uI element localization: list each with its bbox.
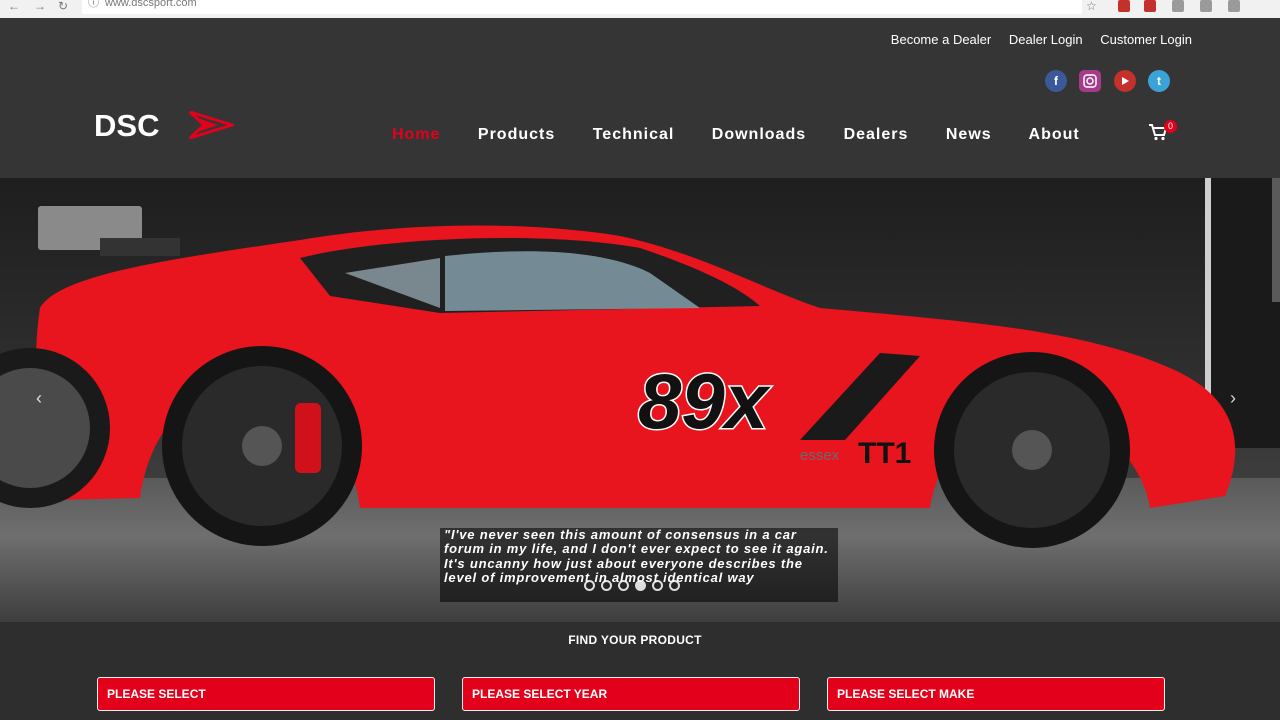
- top-links: Become a Dealer Dealer Login Customer Lo…: [877, 32, 1192, 47]
- extension-icon[interactable]: [1118, 0, 1130, 12]
- nav-news[interactable]: News: [946, 126, 992, 143]
- nav-home[interactable]: Home: [392, 126, 440, 143]
- address-text: www.dscsport.com: [105, 0, 197, 9]
- nav-about[interactable]: About: [1029, 126, 1080, 143]
- select-make-dropdown[interactable]: PLEASE SELECT MAKE: [827, 677, 1165, 711]
- slide-dot[interactable]: [669, 580, 680, 591]
- extension-icon[interactable]: [1200, 0, 1212, 12]
- slide-dot[interactable]: [601, 580, 612, 591]
- slide-dot[interactable]: [652, 580, 663, 591]
- finder-title: FIND YOUR PRODUCT: [568, 633, 702, 647]
- twitter-icon[interactable]: t: [1148, 70, 1170, 92]
- hero-slider: 89x TT1 essex ‹ › "I've never seen this …: [0, 178, 1280, 622]
- slide-dots: [584, 580, 680, 591]
- customer-login-link[interactable]: Customer Login: [1100, 32, 1192, 47]
- nav-products[interactable]: Products: [478, 126, 555, 143]
- cart-button[interactable]: 0: [1148, 120, 1177, 146]
- forward-icon[interactable]: →: [34, 0, 46, 12]
- main-nav: Home Products Technical Downloads Dealer…: [392, 126, 1112, 144]
- select-year-dropdown[interactable]: PLEASE SELECT YEAR: [462, 677, 800, 711]
- slide-dot-active[interactable]: [635, 580, 646, 591]
- nav-downloads[interactable]: Downloads: [712, 126, 806, 143]
- slide-dot[interactable]: [584, 580, 595, 591]
- car-badge: TT1: [858, 437, 911, 470]
- become-dealer-link[interactable]: Become a Dealer: [891, 32, 991, 47]
- nav-dealers[interactable]: Dealers: [844, 126, 909, 143]
- star-icon[interactable]: ☆: [1086, 0, 1097, 12]
- logo-text: DSC: [94, 108, 159, 142]
- site-header: Become a Dealer Dealer Login Customer Lo…: [0, 18, 1280, 178]
- nav-technical[interactable]: Technical: [593, 126, 675, 143]
- facebook-icon[interactable]: f: [1045, 70, 1067, 92]
- dsc-logo[interactable]: DSC: [94, 108, 238, 147]
- next-slide-arrow[interactable]: ›: [1230, 388, 1236, 409]
- extension-icon[interactable]: [1228, 0, 1240, 12]
- car-sponsor: essex: [800, 447, 840, 464]
- page-scrollbar[interactable]: [1272, 178, 1280, 302]
- cart-count-badge: 0: [1164, 120, 1177, 133]
- info-icon: ⓘ: [88, 0, 99, 9]
- dealer-login-link[interactable]: Dealer Login: [1009, 32, 1083, 47]
- extension-icon[interactable]: [1144, 0, 1156, 12]
- testimonial-text: "I've never seen this amount of consensu…: [444, 527, 829, 586]
- slide-dot[interactable]: [618, 580, 629, 591]
- instagram-icon[interactable]: [1079, 70, 1101, 92]
- address-bar[interactable]: ⓘ www.dscsport.com: [82, 0, 1082, 14]
- extension-icon[interactable]: [1172, 0, 1184, 12]
- back-icon[interactable]: ←: [8, 0, 20, 12]
- select-product-dropdown[interactable]: PLEASE SELECT: [97, 677, 435, 711]
- reload-icon[interactable]: ↻: [58, 0, 68, 12]
- youtube-icon[interactable]: [1114, 70, 1136, 92]
- car-number: 89x: [638, 357, 772, 445]
- browser-toolbar: ← → ↻ ⓘ www.dscsport.com ☆: [0, 0, 1280, 19]
- prev-slide-arrow[interactable]: ‹: [36, 388, 42, 409]
